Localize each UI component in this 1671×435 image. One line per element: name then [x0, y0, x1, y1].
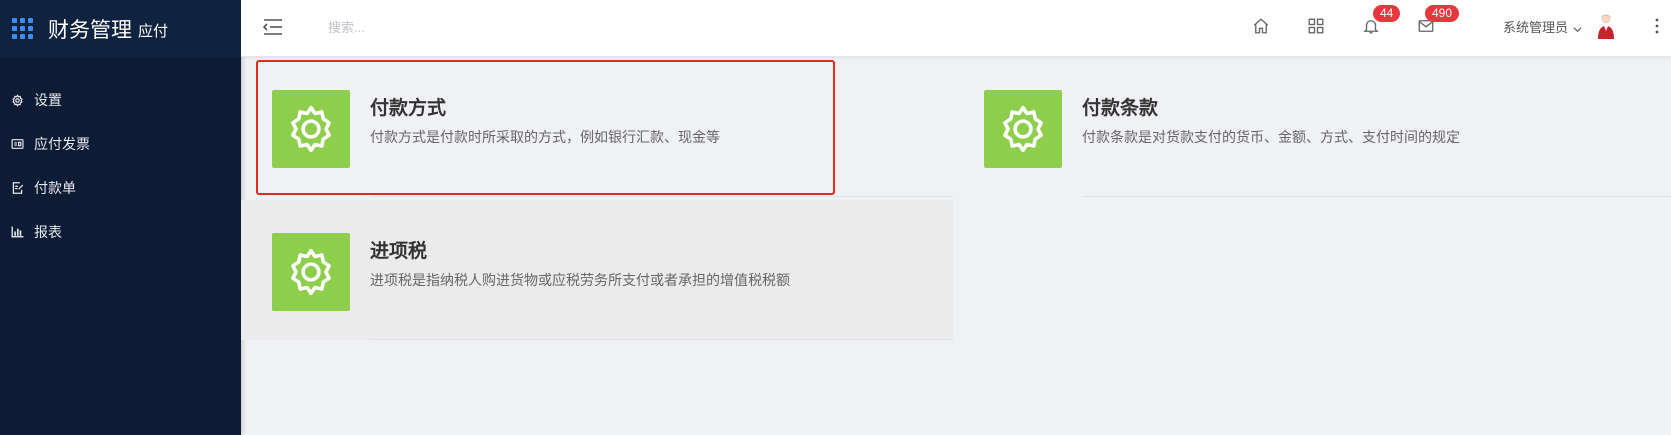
card-description: 进项税是指纳税人购进货物或应税劳务所支付或者承担的增值税税额 [370, 272, 790, 288]
sidebar-item-label: 付款单 [34, 180, 76, 196]
sidebar: 财务管理 应付 设置 应付发票 付款单 报表 [0, 0, 241, 435]
card-payment-method[interactable]: 付款方式 付款方式是付款时所采取的方式，例如银行汇款、现金等 [241, 57, 953, 197]
app-grid-logo-icon [12, 17, 34, 40]
home-icon[interactable] [1252, 17, 1270, 35]
app-title: 财务管理 [48, 18, 132, 42]
search-input[interactable] [328, 17, 628, 37]
bar-chart-icon [10, 225, 24, 239]
avatar[interactable] [1597, 13, 1615, 39]
main-content: 付款方式 付款方式是付款时所采取的方式，例如银行汇款、现金等 付款条款 付款条款… [241, 57, 1671, 435]
sidebar-item-invoices[interactable]: 应付发票 [0, 122, 241, 166]
user-name: 系统管理员 [1503, 20, 1569, 35]
invoice-icon [10, 137, 24, 151]
card-description: 付款方式是付款时所采取的方式，例如银行汇款、现金等 [370, 129, 720, 145]
brand[interactable]: 财务管理 应付 [0, 0, 241, 57]
user-menu[interactable]: 系统管理员 [1503, 17, 1582, 36]
card-divider [370, 339, 953, 340]
sidebar-menu: 设置 应付发票 付款单 报表 [0, 78, 241, 254]
card-divider [1082, 196, 1671, 197]
card-input-tax[interactable]: 进项税 进项税是指纳税人购进货物或应税劳务所支付或者承担的增值税税额 [241, 200, 953, 340]
gear-icon [984, 90, 1062, 168]
gear-icon [272, 90, 350, 168]
sidebar-item-payments[interactable]: 付款单 [0, 166, 241, 210]
card-description: 付款条款是对货款支付的货币、金额、方式、支付时间的规定 [1082, 129, 1460, 145]
more-vertical-icon[interactable] [1655, 18, 1659, 34]
sidebar-item-label: 设置 [34, 92, 62, 108]
card-title: 进项税 [370, 241, 428, 262]
card-payment-terms[interactable]: 付款条款 付款条款是对货款支付的货币、金额、方式、支付时间的规定 [953, 57, 1671, 197]
menu-collapse-icon[interactable] [262, 18, 283, 36]
top-header: 44 490 系统管理员 [241, 0, 1671, 57]
sidebar-item-reports[interactable]: 报表 [0, 210, 241, 254]
card-title: 付款方式 [370, 98, 447, 119]
sidebar-item-settings[interactable]: 设置 [0, 78, 241, 122]
payment-doc-icon [10, 181, 24, 195]
message-badge: 490 [1425, 5, 1460, 22]
app-subtitle: 应付 [138, 23, 169, 40]
gear-icon [10, 93, 24, 107]
apps-grid-icon[interactable] [1307, 17, 1325, 35]
notification-badge: 44 [1373, 5, 1401, 22]
app-root: 财务管理 应付 设置 应付发票 付款单 报表 搜索... 44 490 系统管理… [0, 0, 1671, 435]
card-divider [370, 196, 953, 197]
gear-icon [272, 233, 350, 311]
card-title: 付款条款 [1082, 98, 1159, 119]
sidebar-item-label: 应付发票 [34, 136, 90, 152]
sidebar-item-label: 报表 [34, 224, 62, 240]
chevron-down-icon [1573, 22, 1582, 33]
